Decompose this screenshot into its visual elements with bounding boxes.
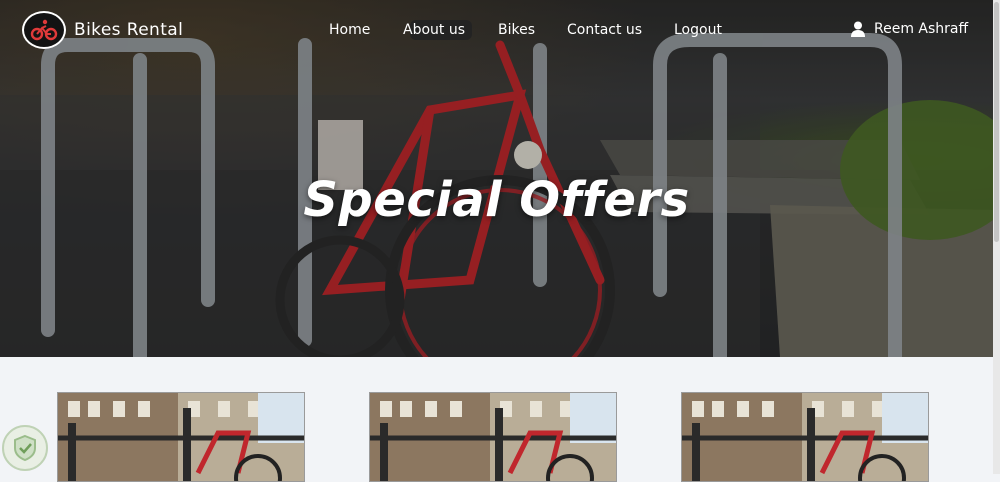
nav-link-about-us[interactable]: About us bbox=[403, 22, 465, 38]
user-account[interactable]: Reem Ashraff bbox=[851, 21, 968, 37]
offers-section bbox=[0, 357, 993, 482]
page-title: Special Offers bbox=[303, 172, 690, 228]
scrollbar[interactable] bbox=[993, 0, 1000, 474]
user-name[interactable]: Reem Ashraff bbox=[874, 21, 968, 37]
offer-image bbox=[682, 393, 928, 481]
nav-link-contact-us[interactable]: Contact us bbox=[567, 22, 642, 38]
offer-card[interactable] bbox=[57, 392, 305, 482]
scrollbar-thumb[interactable] bbox=[994, 2, 999, 242]
offer-card[interactable] bbox=[681, 392, 929, 482]
brand[interactable]: Bikes Rental bbox=[22, 11, 183, 49]
nav-link-bikes[interactable]: Bikes bbox=[498, 22, 535, 38]
shield-check-icon[interactable] bbox=[2, 425, 48, 471]
offer-image bbox=[58, 393, 304, 481]
user-icon bbox=[851, 21, 865, 37]
offer-image bbox=[370, 393, 616, 481]
offer-card[interactable] bbox=[369, 392, 617, 482]
nav-link-home[interactable]: Home bbox=[329, 22, 370, 38]
nav-link-logout[interactable]: Logout bbox=[674, 22, 722, 38]
navbar: Bikes Rental Home About us Bikes Contact… bbox=[0, 0, 993, 62]
bicycle-rider-icon[interactable] bbox=[22, 11, 66, 49]
brand-name[interactable]: Bikes Rental bbox=[74, 20, 183, 40]
